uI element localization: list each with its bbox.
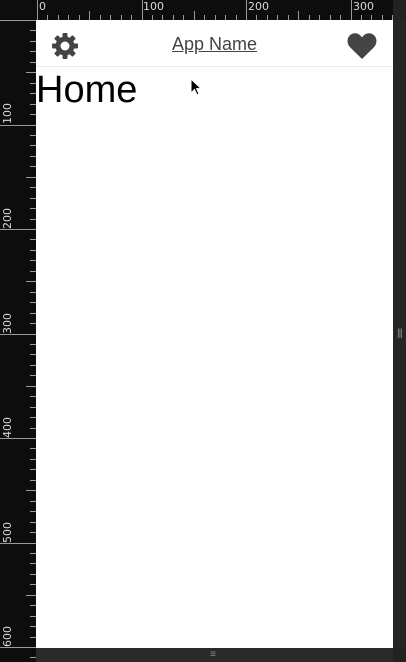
ruler-label: 100	[1, 103, 14, 124]
ruler-tick	[26, 72, 36, 73]
ruler-tick	[26, 595, 36, 596]
ruler-tick	[0, 229, 36, 230]
ruler-tick	[26, 386, 36, 387]
ruler-label: 200	[248, 0, 269, 13]
ruler-tick	[0, 125, 36, 126]
ruler-tick	[0, 20, 36, 21]
navigation-bar: App Name	[36, 20, 393, 67]
app-title-label[interactable]: App Name	[172, 34, 257, 54]
page-title: Home	[36, 69, 138, 111]
vertical-ruler: 0 100 200 300 400 500 600	[0, 20, 36, 662]
favorites-button[interactable]	[347, 32, 377, 60]
heart-icon	[347, 33, 377, 59]
ruler-tick	[194, 11, 195, 20]
ruler-tick	[89, 11, 90, 20]
ruler-tick	[26, 490, 36, 491]
ruler-label: 500	[1, 522, 14, 543]
ruler-corner	[0, 0, 36, 20]
device-viewport: App Name Home	[36, 20, 393, 648]
ruler-label: 100	[143, 0, 164, 13]
ruler-label: 200	[1, 208, 14, 229]
ruler-label: 300	[353, 0, 374, 13]
mouse-pointer-icon	[190, 78, 202, 96]
ruler-tick	[0, 438, 36, 439]
ruler-tick	[0, 543, 36, 544]
ruler-label: 600	[1, 626, 14, 647]
ruler-tick	[298, 11, 299, 20]
ruler-label: 0	[39, 0, 46, 13]
ruler-tick	[246, 0, 247, 20]
resize-grip-icon[interactable]: |||	[397, 328, 404, 340]
ruler-tick	[26, 281, 36, 282]
horizontal-ruler: 0 100 200 300	[36, 0, 393, 20]
ruler-tick	[0, 334, 36, 335]
ruler-tick	[37, 0, 38, 20]
ruler-tick	[351, 0, 352, 20]
ruler-tick	[0, 647, 36, 648]
ruler-tick	[26, 177, 36, 178]
app-title-link[interactable]: App Name	[36, 34, 393, 55]
resize-grip-icon[interactable]: ≡	[206, 649, 220, 661]
ruler-tick	[142, 0, 143, 20]
ruler-label: 300	[1, 313, 14, 334]
app-shell: 0 100 200 300 0 100 200 300 400 500 600 …	[0, 0, 406, 662]
ruler-label: 400	[1, 417, 14, 438]
